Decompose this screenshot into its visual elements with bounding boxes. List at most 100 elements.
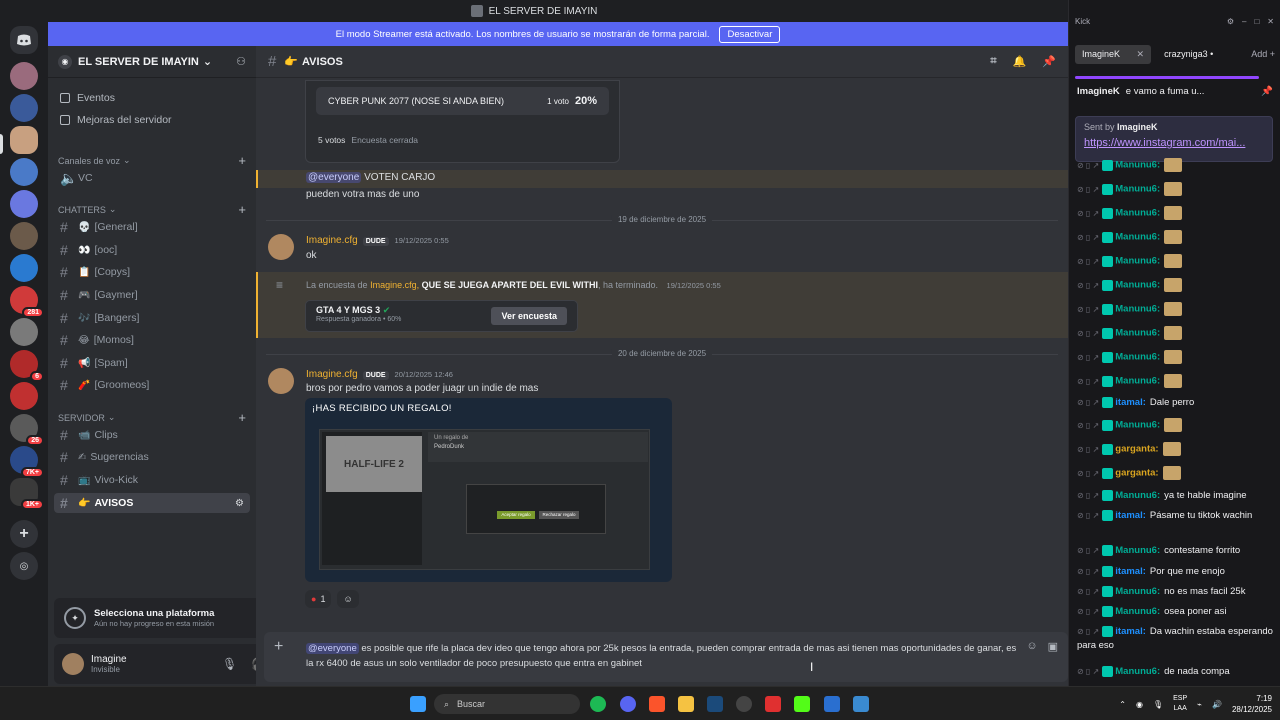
- server-icon[interactable]: [10, 254, 38, 282]
- channel-vc[interactable]: 🔈 VC: [54, 168, 250, 188]
- minimize-icon[interactable]: –: [1242, 17, 1246, 26]
- channel-ooc[interactable]: # 👀 [ooc]: [54, 240, 250, 260]
- channel-spam[interactable]: # 📢 [Spam]: [54, 353, 250, 373]
- chat-username[interactable]: Manunu6:: [1115, 376, 1160, 387]
- pin-icon[interactable]: 📌: [1261, 86, 1273, 97]
- channel-copys[interactable]: # 📋 [Copys]: [54, 262, 250, 282]
- chat-username[interactable]: itamal:: [1115, 566, 1146, 577]
- chevron-up-icon[interactable]: ⌃: [1119, 700, 1126, 709]
- mod-actions-icon[interactable]: ⊘ ▯ ↗: [1077, 257, 1099, 266]
- add-channel-icon[interactable]: +: [238, 410, 246, 425]
- server-icon[interactable]: [10, 222, 38, 250]
- view-poll-button[interactable]: Ver encuesta: [491, 307, 567, 325]
- chat-username[interactable]: itamal:: [1115, 626, 1146, 637]
- poll-option[interactable]: CYBER PUNK 2077 (NOSE SI ANDA BIEN) 1 vo…: [316, 87, 609, 115]
- folder-icon[interactable]: [678, 696, 694, 712]
- taskbar-search[interactable]: ⌕ Buscar: [434, 694, 580, 714]
- avatar[interactable]: [62, 653, 84, 675]
- channel-sugerencias[interactable]: # ✍ Sugerencias: [54, 447, 250, 467]
- pinned-card[interactable]: Sent by ImagineK https://www.instagram.c…: [1075, 116, 1273, 162]
- kick-icon[interactable]: [794, 696, 810, 712]
- server-icon[interactable]: 281: [10, 286, 44, 318]
- server-icon[interactable]: [10, 94, 38, 122]
- steam-icon[interactable]: [707, 696, 723, 712]
- chat-username[interactable]: itamal:: [1115, 510, 1146, 521]
- message-composer[interactable]: + @everyone es posible que rife la placa…: [264, 632, 1068, 682]
- maximize-icon[interactable]: □: [1254, 17, 1259, 26]
- chat-username[interactable]: itamal:: [1115, 397, 1146, 408]
- server-icon[interactable]: [10, 62, 38, 90]
- spotify-icon[interactable]: [590, 696, 606, 712]
- volume-icon[interactable]: 🔊: [1212, 700, 1222, 709]
- mod-actions-icon[interactable]: ⊘ ▯ ↗: [1077, 667, 1099, 676]
- server-icon[interactable]: 6: [10, 350, 44, 382]
- mod-actions-icon[interactable]: ⊘ ▯ ↗: [1077, 421, 1099, 430]
- chat-username[interactable]: Manunu6:: [1115, 232, 1160, 243]
- mod-actions-icon[interactable]: ⊘ ▯ ↗: [1077, 281, 1099, 290]
- chat-username[interactable]: Manunu6:: [1115, 208, 1160, 219]
- channel-bangers[interactable]: # 🎶 [Bangers]: [54, 308, 250, 328]
- add-channel-icon[interactable]: +: [238, 202, 246, 217]
- chat-username[interactable]: Manunu6:: [1115, 160, 1160, 171]
- settings-icon[interactable]: ⚙: [1227, 17, 1234, 26]
- chat-username[interactable]: Manunu6:: [1115, 256, 1160, 267]
- mod-actions-icon[interactable]: ⊘ ▯ ↗: [1077, 233, 1099, 242]
- server-icon[interactable]: [10, 318, 38, 346]
- mod-actions-icon[interactable]: ⊘ ▯ ↗: [1077, 491, 1099, 500]
- mod-actions-icon[interactable]: ⊘ ▯ ↗: [1077, 377, 1099, 386]
- channel-clips[interactable]: # 📹 Clips: [54, 425, 250, 445]
- windows-start-icon[interactable]: [410, 696, 426, 712]
- mod-actions-icon[interactable]: ⊘ ▯ ↗: [1077, 445, 1099, 454]
- server-icon[interactable]: 7K+: [10, 446, 44, 478]
- mod-actions-icon[interactable]: ⊘ ▯ ↗: [1077, 567, 1099, 576]
- discord-tray-icon[interactable]: ◉: [1136, 700, 1143, 709]
- mod-actions-icon[interactable]: ⊘ ▯ ↗: [1077, 185, 1099, 194]
- channel-gaymer[interactable]: # 🎮 [Gaymer]: [54, 285, 250, 305]
- channel-groomeos[interactable]: # 🧨 [Groomeos]: [54, 375, 250, 395]
- chat-username[interactable]: garganta:: [1115, 468, 1158, 479]
- channel-avisos[interactable]: # 👉 AVISOS ⚙: [54, 493, 250, 513]
- chat-username[interactable]: Manunu6:: [1115, 304, 1160, 315]
- channel-vivo-kick[interactable]: # 📺 Vivo-Kick: [54, 470, 250, 490]
- app-icon[interactable]: [765, 696, 781, 712]
- channel-momos[interactable]: # 😂 [Momos]: [54, 330, 250, 350]
- discord-icon[interactable]: [620, 696, 636, 712]
- gif-icon[interactable]: ▣: [1048, 640, 1058, 653]
- gift-image[interactable]: ¡HAS RECIBIDO UN REGALO! HALF-LIFE 2 Un …: [305, 398, 672, 582]
- pin-icon[interactable]: 📌: [1042, 55, 1056, 68]
- invite-icon[interactable]: ⚇: [236, 55, 246, 68]
- language-indicator[interactable]: ESP LAA: [1173, 694, 1187, 714]
- author-name[interactable]: Imagine.cfg,: [370, 280, 419, 290]
- server-folder-icon[interactable]: 1K+: [10, 478, 44, 510]
- channel-general[interactable]: # 💀 [General]: [54, 217, 250, 237]
- add-attachment-icon[interactable]: +: [274, 638, 283, 656]
- chat-username[interactable]: Manunu6:: [1115, 490, 1160, 501]
- category-servidor[interactable]: SERVIDOR ⌄ +: [58, 410, 246, 425]
- mod-actions-icon[interactable]: ⊘ ▯ ↗: [1077, 607, 1099, 616]
- category-chatters[interactable]: CHATTERS ⌄ +: [58, 202, 246, 217]
- chat-username[interactable]: Manunu6:: [1115, 420, 1160, 431]
- everyone-mention[interactable]: @everyone: [306, 172, 362, 183]
- server-icon[interactable]: [10, 190, 38, 218]
- disable-streamer-button[interactable]: Desactivar: [719, 25, 781, 43]
- pinned-link[interactable]: https://www.instagram.com/mai...: [1084, 137, 1264, 149]
- close-icon[interactable]: ✕: [1137, 49, 1145, 59]
- avatar[interactable]: [268, 234, 294, 260]
- chat-username[interactable]: Manunu6:: [1115, 280, 1160, 291]
- channel-settings-icon[interactable]: ⚙: [235, 498, 244, 509]
- mod-actions-icon[interactable]: ⊘ ▯ ↗: [1077, 398, 1099, 407]
- mod-actions-icon[interactable]: ⊘ ▯ ↗: [1077, 161, 1099, 170]
- mod-actions-icon[interactable]: ⊘ ▯ ↗: [1077, 546, 1099, 555]
- author-name[interactable]: Imagine.cfg: [306, 369, 358, 380]
- server-icon[interactable]: [10, 382, 38, 410]
- chat-username[interactable]: Manunu6:: [1115, 545, 1160, 556]
- avatar[interactable]: [268, 368, 294, 394]
- reaction[interactable]: ● 1: [305, 590, 332, 608]
- calculator-icon[interactable]: [853, 696, 869, 712]
- chat-username[interactable]: Manunu6:: [1115, 184, 1160, 195]
- server-icon[interactable]: [10, 126, 38, 154]
- discord-home-icon[interactable]: [10, 26, 38, 54]
- tab-imaginek[interactable]: ImagineK ✕: [1075, 44, 1152, 64]
- discover-icon[interactable]: ◎: [10, 552, 38, 580]
- brave-icon[interactable]: [649, 696, 665, 712]
